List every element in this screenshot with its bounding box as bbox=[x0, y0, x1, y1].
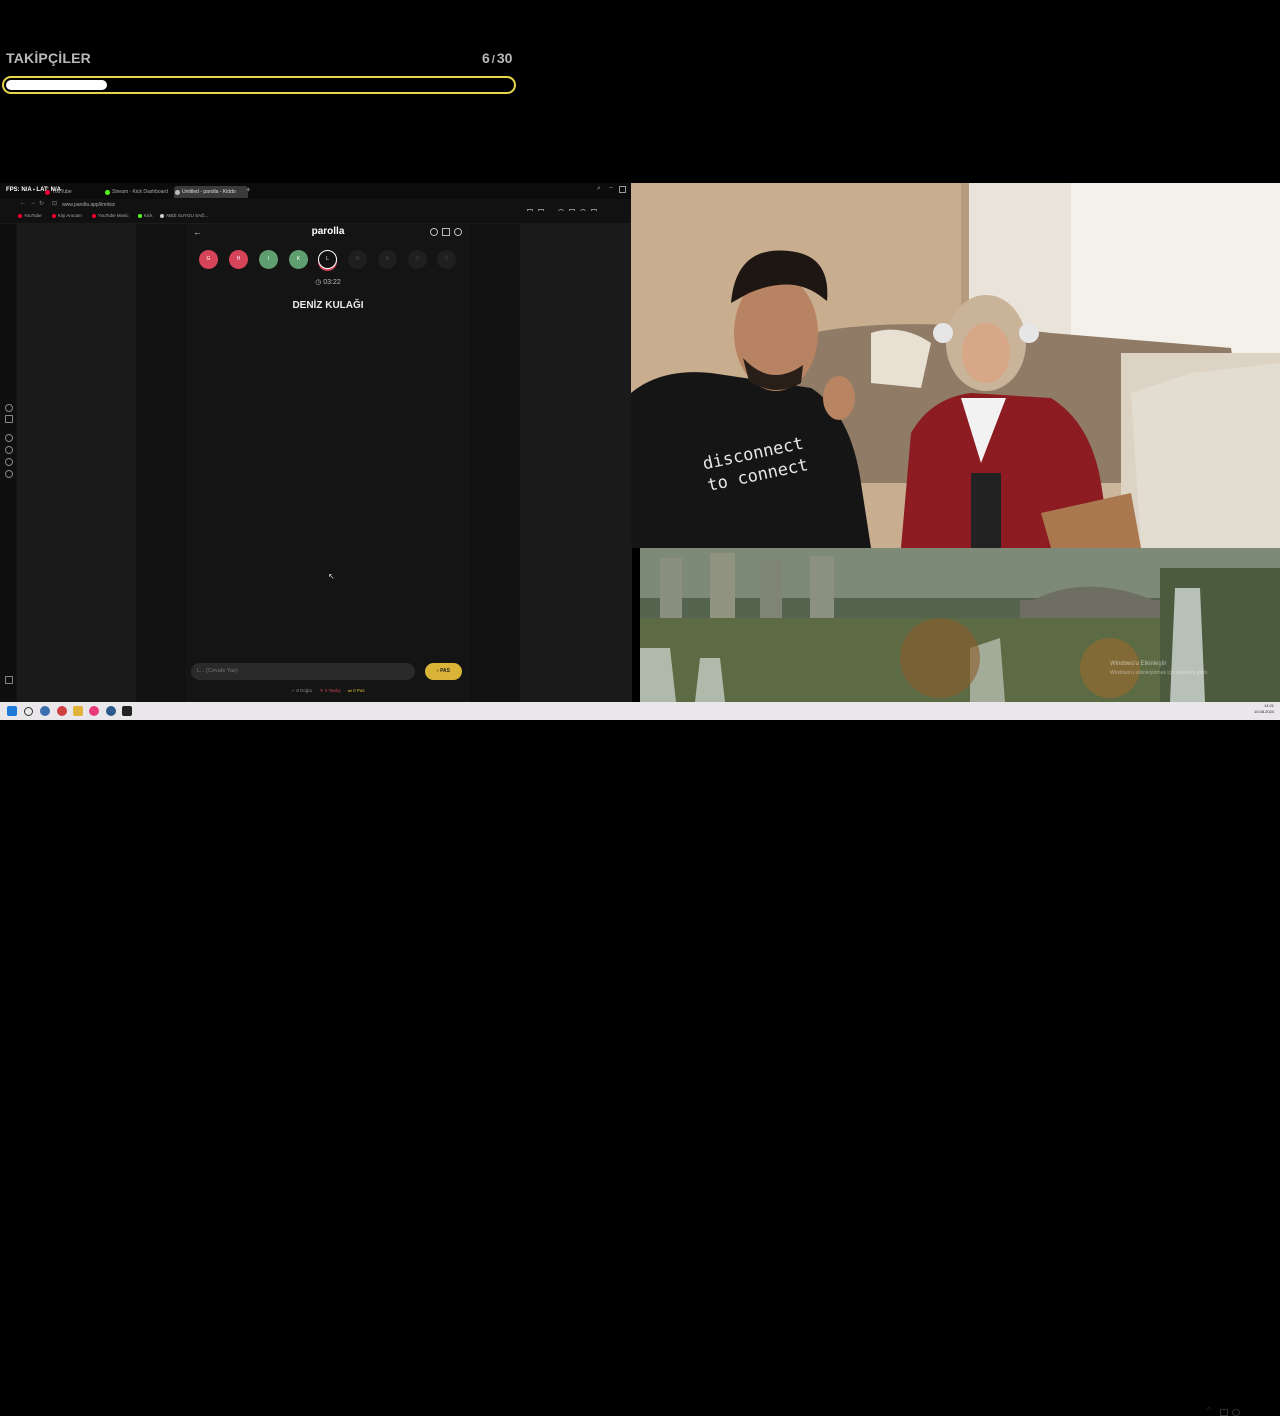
sidebar-settings-icon[interactable] bbox=[5, 404, 13, 412]
follower-goal-title: TAKİPÇİLER bbox=[6, 50, 91, 66]
settings-icon[interactable] bbox=[454, 228, 462, 236]
follower-goal-count: 6/30 bbox=[482, 50, 513, 66]
tab-kick-dashboard[interactable]: Stream - Kick Dashboard bbox=[104, 186, 177, 198]
url-field[interactable]: www.parolla.app/limitsiz bbox=[62, 202, 115, 208]
bookmark-kick[interactable]: Kick bbox=[138, 213, 153, 218]
answer-input[interactable] bbox=[191, 663, 415, 680]
bookmark-youtube[interactable]: YouTube bbox=[18, 213, 42, 218]
question-text: DENİZ KULAĞI bbox=[292, 300, 364, 311]
youtube-icon bbox=[45, 190, 50, 195]
activation-watermark-sub: Windows'u etkinleştirmek için Ayarlar'a … bbox=[1110, 670, 1209, 676]
pass-button[interactable]: › PAS bbox=[425, 663, 462, 680]
search-icon[interactable] bbox=[24, 707, 33, 716]
steam-alt-icon[interactable] bbox=[106, 706, 116, 716]
browser-icon[interactable] bbox=[89, 706, 99, 716]
search-icon[interactable]: ⌕ bbox=[597, 185, 601, 193]
lock-icon: ⊡ bbox=[52, 201, 58, 207]
sidebar-profile-icon[interactable] bbox=[5, 676, 13, 684]
reload-icon[interactable]: ↻ bbox=[39, 200, 44, 207]
webcam-image: disconnect to connect bbox=[631, 183, 1280, 548]
taskbar-clock[interactable]: 14:21 10.08.2024 bbox=[1254, 703, 1274, 715]
tab-youtube[interactable]: YouTube bbox=[44, 186, 107, 198]
extension-icons[interactable] bbox=[527, 202, 627, 215]
sidebar-music-icon[interactable] bbox=[5, 458, 13, 466]
parolla-game: ← parolla G H I K L M N O Ö ◷ 03:22 DENİ… bbox=[186, 224, 470, 702]
tab-parolla[interactable]: Untitled - parolla - Kiddo bbox=[174, 186, 248, 198]
kick-icon bbox=[105, 190, 110, 195]
follower-progress-fill bbox=[6, 80, 108, 90]
back-icon[interactable]: ← bbox=[20, 200, 26, 206]
maximize-icon[interactable] bbox=[619, 186, 626, 193]
page-right-margin bbox=[520, 224, 632, 702]
obs-icon[interactable] bbox=[57, 706, 67, 716]
taskbar: ^ bbox=[0, 702, 1280, 1416]
bookmark-youtube-music[interactable]: YouTube Music bbox=[92, 213, 129, 218]
terminal-icon[interactable] bbox=[122, 706, 132, 716]
letter-circle: O bbox=[408, 250, 427, 269]
sidebar-gear-icon[interactable] bbox=[5, 470, 13, 478]
letter-circle: H bbox=[229, 250, 248, 269]
activation-watermark-title: Windows'u Etkinleştir bbox=[1110, 661, 1167, 667]
network-icon[interactable] bbox=[1220, 1409, 1228, 1416]
mouse-cursor-icon: ↖ bbox=[328, 572, 335, 581]
timer: ◷ 03:22 bbox=[315, 279, 341, 286]
start-icon[interactable] bbox=[7, 706, 17, 716]
page-left-margin bbox=[17, 224, 136, 702]
info-icon[interactable] bbox=[430, 228, 438, 236]
follower-progress-bar bbox=[2, 76, 516, 94]
letter-circle: M bbox=[348, 250, 367, 269]
desktop-wallpaper bbox=[640, 548, 1280, 702]
volume-icon[interactable] bbox=[1232, 1409, 1240, 1416]
stats-icon[interactable] bbox=[442, 228, 450, 236]
letter-circle: N bbox=[378, 250, 397, 269]
tray-chevron-icon[interactable]: ^ bbox=[1207, 1407, 1210, 1414]
letter-circle: G bbox=[199, 250, 218, 269]
sidebar-clock-icon[interactable] bbox=[5, 446, 13, 454]
bookmark-abdi[interactable]: ABDİ SUYOU SAĞ... bbox=[160, 213, 208, 218]
parolla-icon bbox=[175, 190, 180, 195]
new-tab-icon[interactable]: + bbox=[246, 185, 251, 194]
app-title: parolla bbox=[311, 226, 345, 237]
browser-sidebar bbox=[0, 224, 16, 702]
address-bar: ← → ↻ ⊡ www.parolla.app/limitsiz bbox=[0, 199, 632, 215]
letter-circle: K bbox=[289, 250, 308, 269]
score-summary: ✓ 8 Doğru ✕ 3 Yanlış ⏭ 0 Pas bbox=[291, 688, 365, 693]
folder-icon[interactable] bbox=[73, 706, 83, 716]
letter-circle-current: L bbox=[318, 250, 337, 269]
steam-icon[interactable] bbox=[40, 706, 50, 716]
webcam-feed: disconnect to connect bbox=[631, 183, 1280, 548]
bookmarks-bar: YouTube Kişi Arocam YouTube Music Kick A… bbox=[0, 211, 632, 224]
letter-circle: I bbox=[259, 250, 278, 269]
bookmark-kisi-arocam[interactable]: Kişi Arocam bbox=[52, 213, 82, 218]
wallpaper-image bbox=[640, 548, 1280, 702]
forward-icon[interactable]: → bbox=[30, 200, 36, 206]
letter-circle: Ö bbox=[437, 250, 456, 269]
sidebar-history-icon[interactable] bbox=[5, 434, 13, 442]
sidebar-translate-icon[interactable] bbox=[5, 415, 13, 423]
tab-bar: FPS: N/A ⬝ LAT: N/A YouTube Stream - Kic… bbox=[0, 183, 632, 199]
browser-window: FPS: N/A ⬝ LAT: N/A YouTube Stream - Kic… bbox=[0, 183, 632, 702]
minimize-icon[interactable]: – bbox=[609, 184, 613, 191]
